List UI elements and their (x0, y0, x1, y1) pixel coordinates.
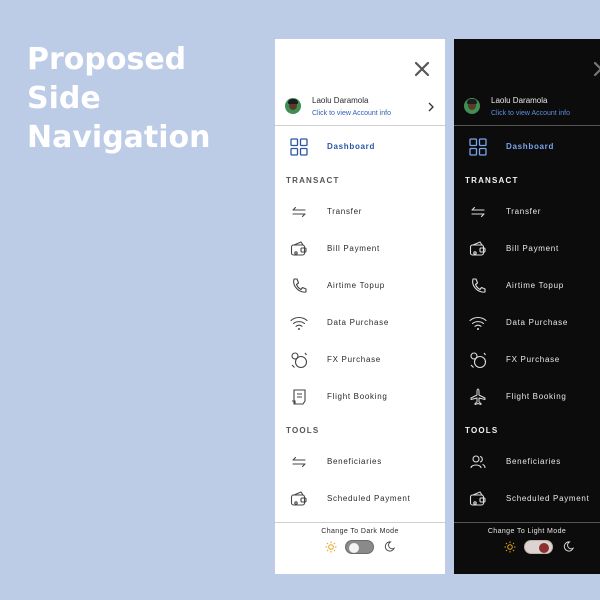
transfer-arrows-icon (471, 206, 485, 218)
dashboard-icon (290, 138, 308, 156)
close-icon[interactable] (592, 60, 600, 78)
phone-icon (293, 278, 307, 293)
nav-item-bill-payment[interactable]: Bill Payment (275, 234, 445, 264)
sun-icon (325, 541, 337, 553)
nav-label: Scheduled Payment (506, 494, 590, 503)
users-icon (470, 455, 486, 469)
moon-icon (563, 541, 574, 552)
nav-label: Dashboard (327, 142, 376, 151)
avatar (464, 98, 480, 114)
coins-icon (291, 352, 308, 369)
nav-label: Airtime Topup (327, 281, 385, 290)
wallet-icon (290, 491, 307, 506)
nav-item-scheduled-payment[interactable]: Scheduled Payment (275, 484, 445, 514)
divider (275, 125, 445, 126)
nav-item-dashboard[interactable]: Dashboard (275, 132, 445, 162)
nav-item-airtime-topup[interactable]: Airtime Topup (454, 271, 600, 301)
moon-icon (384, 541, 395, 552)
close-icon[interactable] (413, 60, 431, 78)
account-info-link[interactable]: Click to view Account info (491, 110, 570, 117)
nav-label: Data Purchase (506, 318, 569, 327)
account-row[interactable]: Laolu Daramola Click to view Account inf… (454, 91, 600, 125)
section-transact: TRANSACT (286, 176, 340, 185)
dashboard-icon (469, 138, 487, 156)
headline-line-1: Proposed (27, 42, 187, 77)
nav-label: FX Purchase (327, 355, 381, 364)
nav-label: Scheduled Payment (327, 494, 411, 503)
nav-label: Transfer (506, 207, 542, 216)
divider (275, 522, 445, 523)
section-transact: TRANSACT (465, 176, 519, 185)
side-nav-dark: Laolu Daramola Click to view Account inf… (454, 39, 600, 574)
nav-item-flight-booking[interactable]: Flight Booking (454, 382, 600, 412)
nav-item-beneficiaries[interactable]: Beneficiaries (275, 447, 445, 477)
wifi-icon (290, 316, 308, 330)
wallet-icon (469, 241, 486, 256)
nav-item-bill-payment[interactable]: Bill Payment (454, 234, 600, 264)
avatar (285, 98, 301, 114)
nav-label: Bill Payment (327, 244, 380, 253)
transfer-arrows-icon (292, 206, 306, 218)
nav-label: Transfer (327, 207, 363, 216)
side-nav-light: Laolu Daramola Click to view Account inf… (275, 39, 445, 574)
nav-label: Bill Payment (506, 244, 559, 253)
nav-item-transfer[interactable]: Transfer (275, 197, 445, 227)
nav-item-fx-purchase[interactable]: FX Purchase (454, 345, 600, 375)
wallet-icon (290, 241, 307, 256)
light-mode-toggle[interactable] (524, 540, 553, 554)
nav-label: Beneficiaries (327, 457, 382, 466)
nav-label: FX Purchase (506, 355, 560, 364)
airplane-icon (470, 388, 486, 405)
nav-item-fx-purchase[interactable]: FX Purchase (275, 345, 445, 375)
account-name: Laolu Daramola (312, 96, 369, 105)
headline-line-2: Side (27, 81, 101, 116)
nav-item-data-purchase[interactable]: Data Purchase (275, 308, 445, 338)
nav-label: Data Purchase (327, 318, 390, 327)
section-tools: TOOLS (286, 426, 320, 435)
nav-item-scheduled-payment[interactable]: Scheduled Payment (454, 484, 600, 514)
wifi-icon (469, 316, 487, 330)
nav-item-dashboard[interactable]: Dashboard (454, 132, 600, 162)
nav-label: Flight Booking (506, 392, 567, 401)
divider (454, 125, 600, 126)
mode-toggle-label: Change To Dark Mode (321, 528, 399, 535)
coins-icon (470, 352, 487, 369)
sun-icon (504, 541, 516, 553)
headline-line-3: Navigation (27, 120, 211, 155)
nav-label: Beneficiaries (506, 457, 561, 466)
nav-label: Airtime Topup (506, 281, 564, 290)
nav-label: Flight Booking (327, 392, 388, 401)
nav-item-airtime-topup[interactable]: Airtime Topup (275, 271, 445, 301)
account-row[interactable]: Laolu Daramola Click to view Account inf… (275, 91, 445, 125)
mode-toggle-label: Change To Light Mode (487, 528, 567, 535)
section-tools: TOOLS (465, 426, 499, 435)
page-headline: Proposed Side Navigation (27, 40, 257, 157)
transfer-arrows-icon (292, 456, 306, 468)
phone-icon (472, 278, 486, 293)
account-name: Laolu Daramola (491, 96, 548, 105)
nav-item-flight-booking[interactable]: Flight Booking (275, 382, 445, 412)
account-info-link[interactable]: Click to view Account info (312, 110, 391, 117)
nav-item-transfer[interactable]: Transfer (454, 197, 600, 227)
nav-label: Dashboard (506, 142, 555, 151)
dark-mode-toggle[interactable] (345, 540, 374, 554)
divider (454, 522, 600, 523)
wallet-icon (469, 491, 486, 506)
nav-item-beneficiaries[interactable]: Beneficiaries (454, 447, 600, 477)
ticket-icon (292, 389, 306, 405)
chevron-right-icon[interactable] (428, 102, 434, 112)
nav-item-data-purchase[interactable]: Data Purchase (454, 308, 600, 338)
